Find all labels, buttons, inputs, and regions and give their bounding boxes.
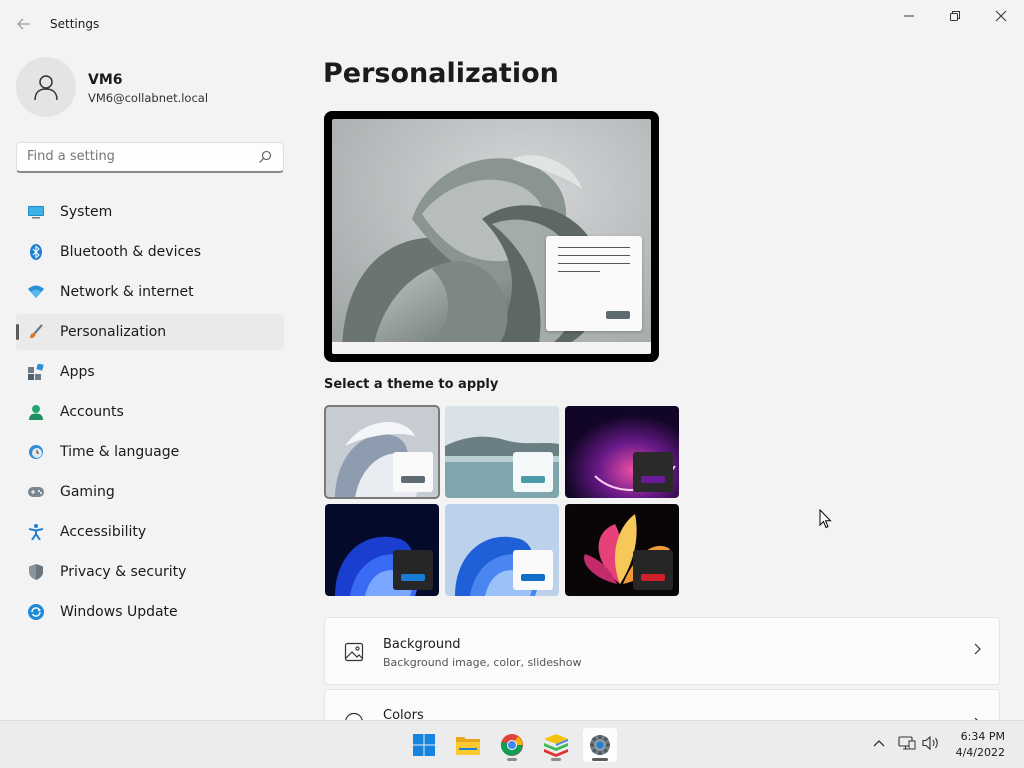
person-icon [34, 75, 58, 101]
taskbar-chrome[interactable] [495, 728, 529, 762]
user-email: VM6@collabnet.local [88, 91, 209, 105]
sidebar-item-network[interactable]: Network & internet [16, 274, 284, 310]
close-icon [995, 10, 1007, 22]
page-title: Personalization [323, 58, 559, 89]
sidebar-item-label: Apps [60, 364, 95, 380]
settings-gear-icon [590, 735, 610, 755]
card-title: Colors [383, 708, 424, 720]
windows-update-icon [28, 604, 44, 620]
bluetooth-icon [28, 244, 44, 260]
card-title: Background [383, 637, 461, 652]
palette-icon [345, 712, 363, 720]
start-button[interactable] [407, 728, 441, 762]
preview-window [546, 236, 642, 331]
sidebar-item-label: Accounts [60, 404, 124, 420]
theme-grid [324, 405, 684, 597]
minimize-icon [904, 15, 914, 17]
chrome-icon [500, 734, 523, 756]
sidebar-nav: System Bluetooth & devices Network & int… [16, 194, 284, 634]
restore-button[interactable] [932, 0, 978, 32]
preview-accent-bar [606, 311, 630, 319]
accessibility-icon [28, 524, 44, 540]
clock-time: 6:34 PM [960, 730, 1005, 743]
sidebar-item-label: Personalization [60, 324, 167, 340]
card-subtitle: Background image, color, slideshow [383, 656, 582, 669]
volume-icon [922, 735, 938, 751]
image-icon [344, 642, 364, 662]
shield-icon [28, 564, 44, 580]
preview-screen [332, 119, 651, 354]
sidebar-item-windows-update[interactable]: Windows Update [16, 594, 284, 630]
sidebar-item-system[interactable]: System [16, 194, 284, 230]
sidebar-item-personalization[interactable]: Personalization [16, 314, 284, 350]
theme-tile-flower-dark[interactable] [565, 504, 679, 596]
colors-setting-card[interactable]: Colors [324, 689, 1000, 720]
accounts-icon [28, 404, 44, 420]
user-name: VM6 [88, 72, 123, 88]
show-hidden-icons[interactable] [869, 733, 889, 753]
theme-tile-windows-light[interactable] [324, 405, 440, 499]
sidebar-item-time-language[interactable]: Time & language [16, 434, 284, 470]
sidebar-item-label: Bluetooth & devices [60, 244, 202, 260]
chevron-right-icon [974, 643, 981, 655]
taskbar-bluestacks[interactable] [539, 728, 573, 762]
network-icon [898, 736, 916, 750]
theme-tile-purple-glow[interactable] [565, 406, 679, 498]
chevron-up-icon [873, 740, 885, 747]
taskbar-settings[interactable] [583, 728, 617, 762]
sidebar-item-apps[interactable]: Apps [16, 354, 284, 390]
restore-icon [950, 11, 960, 21]
bluestacks-icon [544, 734, 568, 757]
search-box[interactable] [16, 142, 284, 173]
taskbar: 6:34 PM 4/4/2022 [0, 720, 1024, 768]
brush-icon [28, 324, 44, 340]
gamepad-icon [28, 484, 44, 500]
sidebar-item-label: Accessibility [60, 524, 147, 540]
avatar[interactable] [16, 57, 76, 117]
sidebar-item-label: Network & internet [60, 284, 194, 300]
title-bar: Settings [0, 0, 1024, 48]
sidebar-item-gaming[interactable]: Gaming [16, 474, 284, 510]
close-button[interactable] [978, 0, 1024, 32]
sidebar-item-accessibility[interactable]: Accessibility [16, 514, 284, 550]
mouse-cursor-icon [819, 509, 832, 529]
volume-control[interactable] [921, 733, 941, 753]
back-arrow-icon[interactable] [12, 12, 36, 36]
sidebar-item-label: Gaming [60, 484, 115, 500]
taskbar-clock[interactable]: 6:34 PM 4/4/2022 [956, 729, 1005, 761]
theme-section-label: Select a theme to apply [324, 377, 499, 392]
app-title: Settings [50, 17, 100, 31]
wifi-icon [28, 284, 44, 300]
clock-date: 4/4/2022 [955, 746, 1005, 759]
apps-icon [28, 364, 44, 380]
clock-globe-icon [28, 444, 44, 460]
sidebar-item-bluetooth[interactable]: Bluetooth & devices [16, 234, 284, 270]
sidebar-item-privacy-security[interactable]: Privacy & security [16, 554, 284, 590]
minimize-button[interactable] [886, 0, 932, 32]
search-input[interactable] [27, 149, 247, 164]
search-icon[interactable] [257, 149, 273, 165]
network-status[interactable] [897, 733, 917, 753]
folder-icon [456, 737, 480, 755]
theme-tile-windows-light-blue[interactable] [445, 504, 559, 596]
theme-tile-windows-dark[interactable] [325, 504, 439, 596]
sidebar-item-label: Time & language [60, 444, 180, 460]
background-setting-card[interactable]: Background Background image, color, slid… [324, 617, 1000, 685]
preview-taskbar [332, 342, 651, 354]
theme-tile-lake[interactable] [445, 406, 559, 498]
windows-logo-icon [413, 734, 435, 756]
sidebar-item-label: Privacy & security [60, 564, 187, 580]
theme-preview [324, 111, 659, 362]
taskbar-file-explorer[interactable] [451, 728, 485, 762]
sidebar-item-label: System [60, 204, 113, 220]
sidebar-item-label: Windows Update [60, 604, 178, 620]
sidebar-item-accounts[interactable]: Accounts [16, 394, 284, 430]
system-icon [28, 204, 44, 220]
